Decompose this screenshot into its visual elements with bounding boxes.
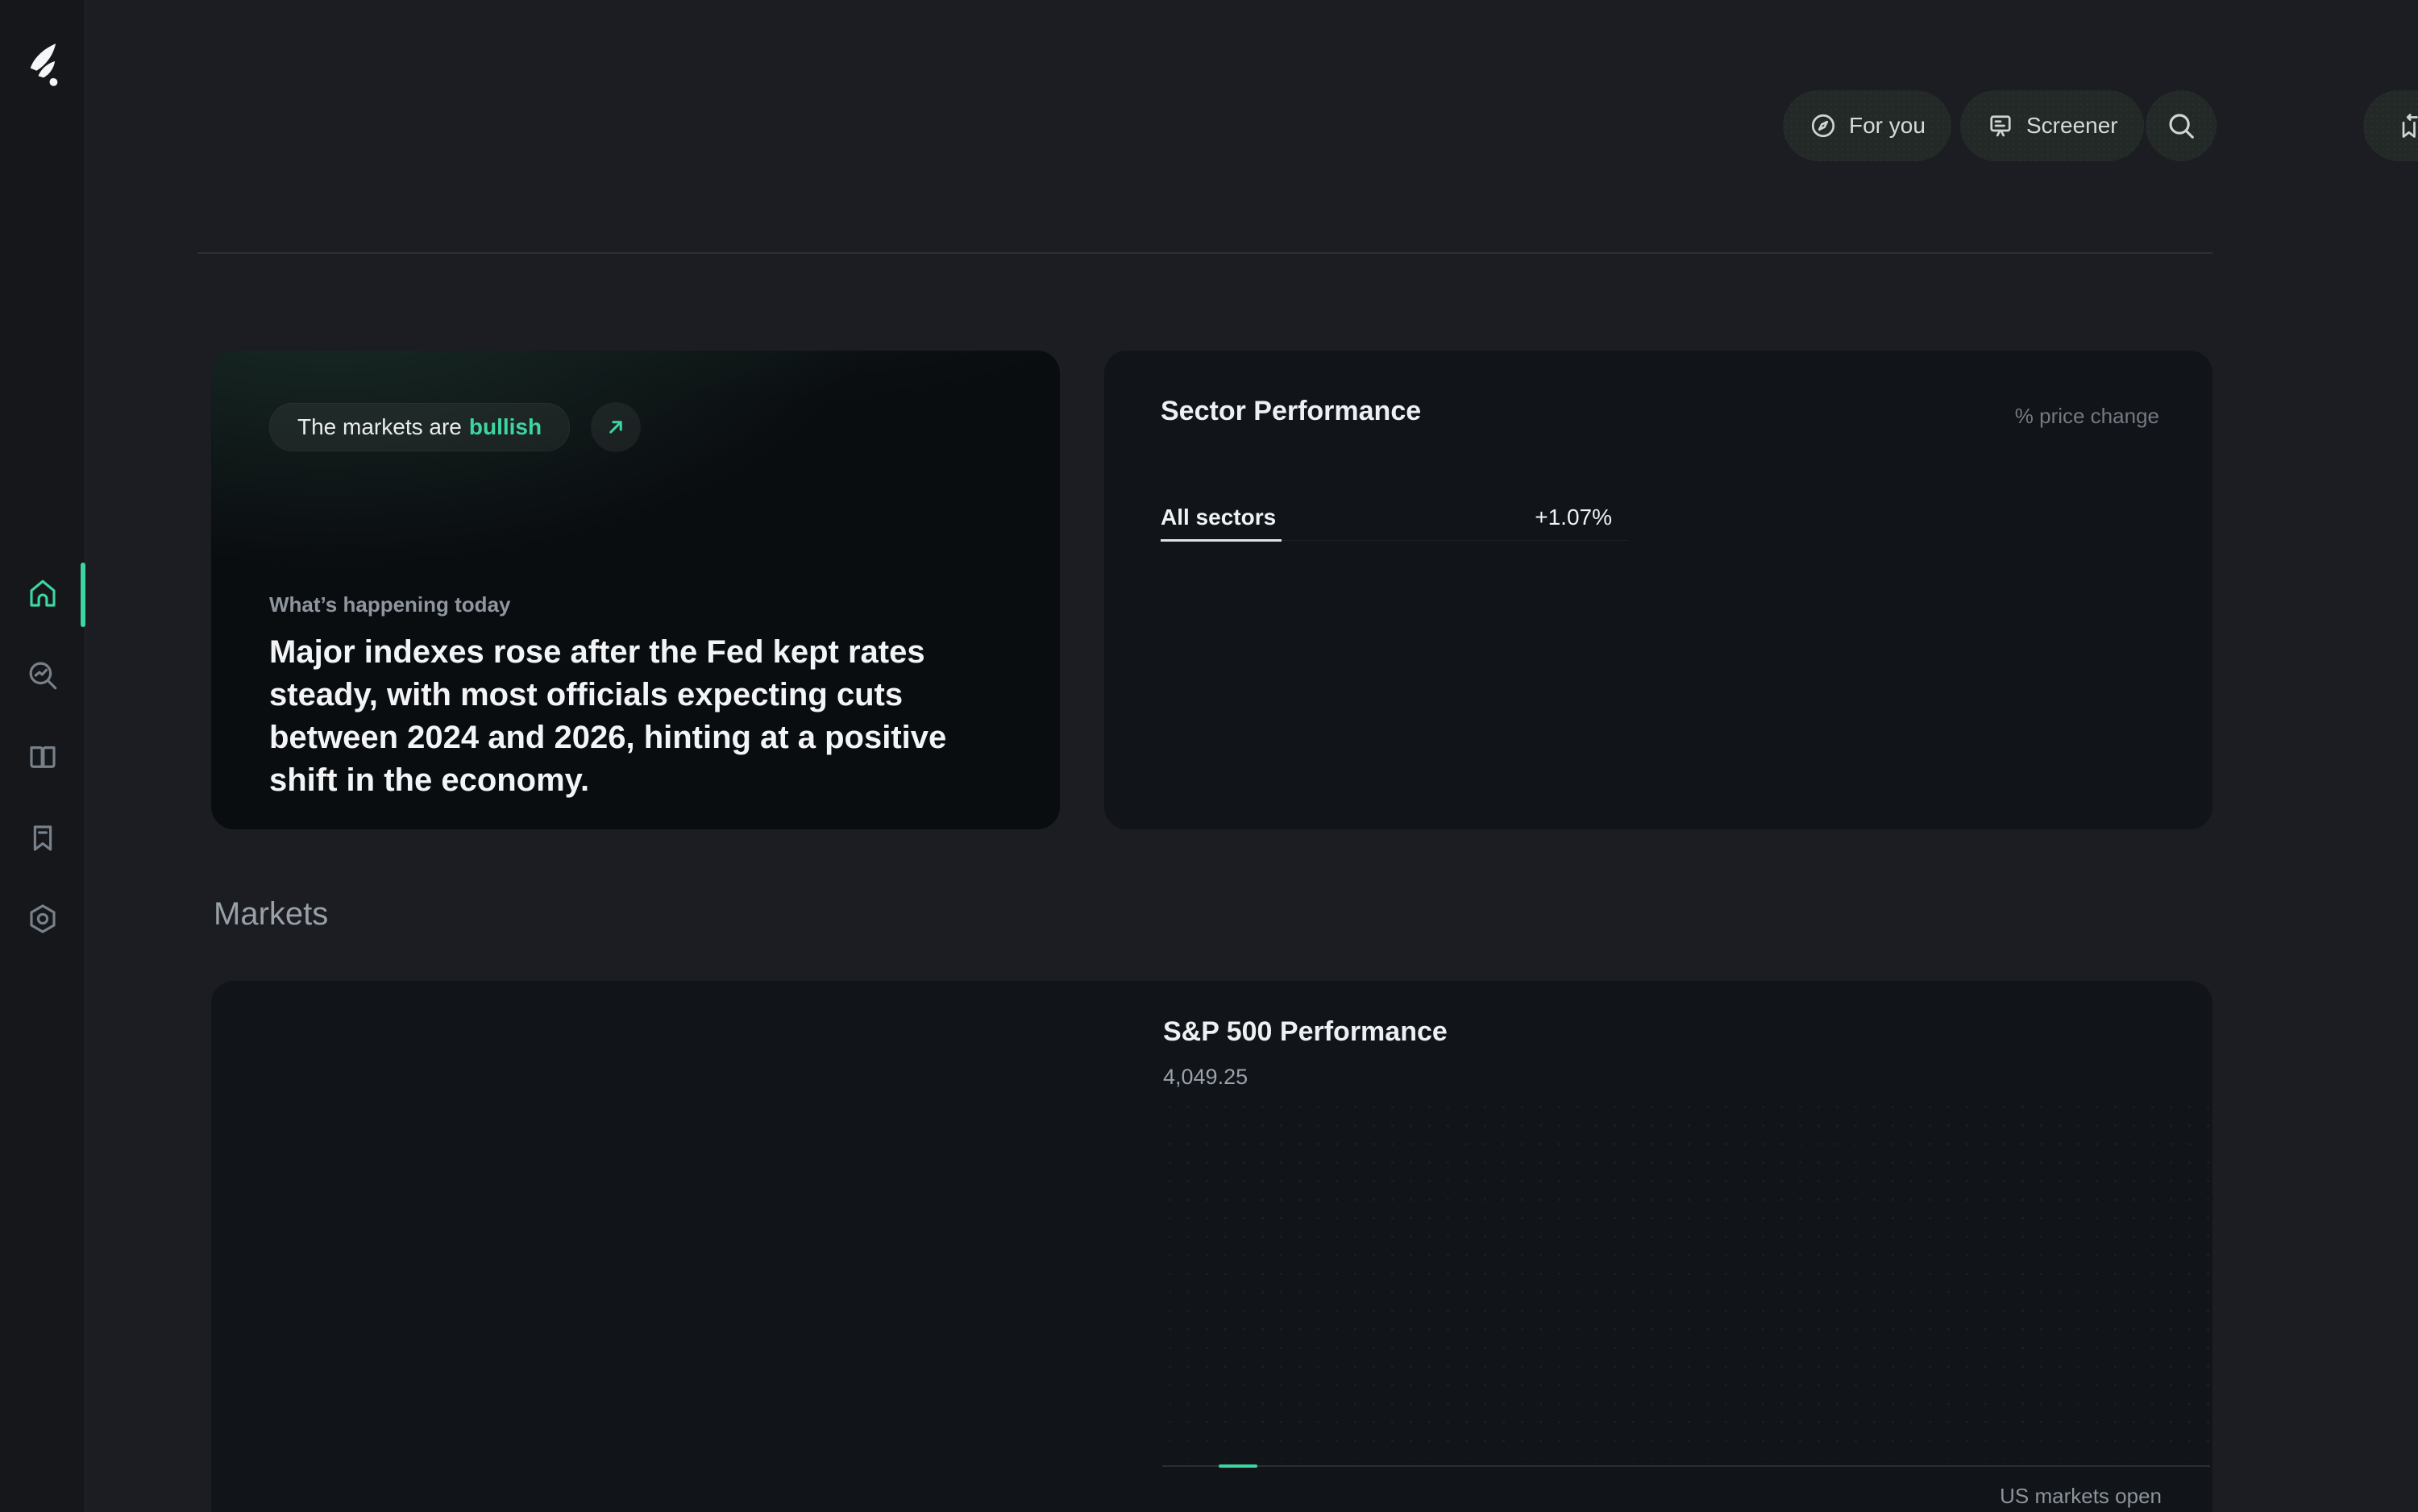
sector-label: All sectors xyxy=(1161,504,1277,530)
whats-happening-label: What’s happening today xyxy=(269,592,511,617)
arrow-up-right-icon xyxy=(609,421,622,434)
active-range-indicator xyxy=(1219,1464,1257,1468)
market-sentiment-card: The markets are bullish What’s happening… xyxy=(211,351,1060,829)
chart-axis-line xyxy=(1162,1464,2210,1468)
for-you-button[interactable]: For you xyxy=(1783,90,1951,161)
sidebar-item-settings[interactable] xyxy=(0,887,85,951)
screener-board-icon xyxy=(1990,115,2011,137)
sector-change: +1.07% xyxy=(1535,504,1612,530)
markets-card: S&P 500 Performance 4,049.25 US markets … xyxy=(211,981,2215,1512)
sector-performance-card: Sector Performance % price change All se… xyxy=(1104,351,2212,829)
all-sectors-underline xyxy=(1161,539,1282,542)
screener-label: Screener xyxy=(2026,113,2118,138)
sector-performance-title: Sector Performance xyxy=(1161,396,1422,426)
sidebar-item-library[interactable] xyxy=(0,725,85,789)
price-change-note: % price change xyxy=(2014,404,2159,428)
home-icon xyxy=(29,579,56,607)
header-divider xyxy=(197,252,2212,254)
sidebar-item-market-search[interactable] xyxy=(0,643,85,708)
markets-heading: Markets xyxy=(214,896,329,932)
sidebar-item-home[interactable] xyxy=(0,562,85,626)
for-you-label: For you xyxy=(1849,113,1926,138)
app-logo[interactable] xyxy=(23,42,64,87)
trend-search-icon xyxy=(29,662,56,690)
sentiment-open-button[interactable] xyxy=(591,402,642,452)
sentiment-pill: The markets are bullish xyxy=(269,403,571,451)
hexagon-settings-icon xyxy=(29,904,56,933)
sp500-chart[interactable] xyxy=(1161,1098,2215,1459)
saved-items-button[interactable] xyxy=(2363,90,2418,161)
app-root: For you Screener The markets are bullish… xyxy=(0,0,2418,1512)
sentiment-pill-text: The markets are xyxy=(297,414,462,439)
sidebar-item-bookmarks[interactable] xyxy=(0,806,85,870)
chart-title: S&P 500 Performance xyxy=(1163,1016,1448,1047)
market-status: US markets open xyxy=(2000,1484,2162,1508)
sentiment-pill-highlight: bullish xyxy=(468,414,542,439)
compass-icon xyxy=(1811,114,1835,138)
sidebar xyxy=(0,0,85,1512)
search-button[interactable] xyxy=(2146,90,2216,161)
screener-button[interactable]: Screener xyxy=(1960,90,2144,161)
bookmark-icon xyxy=(33,825,52,851)
sector-column-left: All sectors +1.07% xyxy=(1161,494,1628,542)
sector-row-all[interactable]: All sectors +1.07% xyxy=(1161,494,1628,542)
book-icon xyxy=(29,746,56,768)
search-icon xyxy=(2169,114,2194,139)
daily-headline[interactable]: Major indexes rose after the Fed kept ra… xyxy=(269,631,1019,802)
bookmark-arrow-icon xyxy=(2402,114,2418,138)
chart-current-value: 4,049.25 xyxy=(1163,1065,1248,1089)
